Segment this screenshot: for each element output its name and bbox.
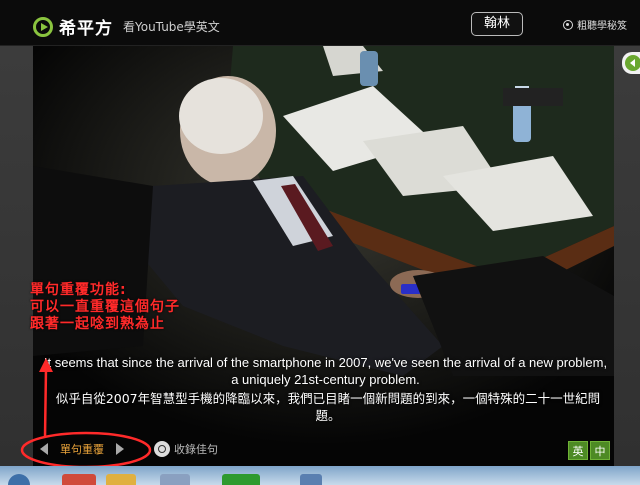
collect-sentence-label: 收錄佳句 (174, 443, 218, 456)
next-sentence-icon[interactable] (114, 442, 124, 456)
taskbar-app-icon[interactable] (160, 474, 190, 485)
video-player[interactable]: It seems that since the arrival of the s… (33, 46, 614, 466)
english-subtitle-toggle[interactable]: 英 (568, 441, 588, 460)
previous-sentence-icon[interactable] (40, 442, 50, 456)
left-gutter (0, 46, 33, 466)
chinese-subtitle-toggle[interactable]: 中 (590, 441, 610, 460)
right-gutter (614, 46, 640, 466)
play-logo-icon (33, 16, 53, 37)
user-account-button[interactable]: 翰林 (471, 12, 523, 36)
english-subtitle[interactable]: It seems that since the arrival of the s… (43, 354, 608, 388)
chinese-subtitle[interactable]: 似乎自從2007年智慧型手機的降臨以來，我們已目睹一個新問題的到來，一個特殊的二… (53, 390, 603, 424)
collect-sentence-button[interactable]: 收錄佳句 (154, 441, 218, 457)
site-logo[interactable]: 希平方 看YouTube學英文 (33, 14, 220, 39)
repeat-sentence-button[interactable]: 單句重覆 (60, 441, 104, 457)
bookmark-icon (154, 441, 170, 457)
sentence-repeat-control: 單句重覆 (40, 441, 124, 457)
annotation-line-3: 跟著一起唸到熟為止 (30, 316, 165, 332)
brand-tagline: 看YouTube學英文 (123, 20, 220, 34)
brand-name: 希平方 (59, 19, 113, 39)
taskbar-app-icon[interactable] (300, 474, 322, 485)
annotation-line-1: 單句重覆功能: (30, 282, 127, 298)
taskbar-folder-icon[interactable] (106, 474, 136, 485)
chevron-left-icon (625, 55, 640, 71)
target-icon (563, 19, 573, 30)
learning-tips-label: 粗聽學秘笈 (577, 21, 627, 32)
annotation-note: 單句重覆功能: 可以一直重覆這個句子 跟著一起唸到熟為止 (30, 282, 180, 333)
side-panel-tab[interactable] (622, 52, 640, 74)
top-header: 希平方 看YouTube學英文 翰林 粗聽學秘笈 (0, 0, 640, 46)
annotation-line-2: 可以一直重覆這個句子 (30, 299, 180, 315)
learning-tips-link[interactable]: 粗聽學秘笈 (563, 17, 627, 32)
taskbar-app-icon[interactable] (62, 474, 96, 485)
taskbar-app-icon[interactable] (222, 474, 260, 485)
